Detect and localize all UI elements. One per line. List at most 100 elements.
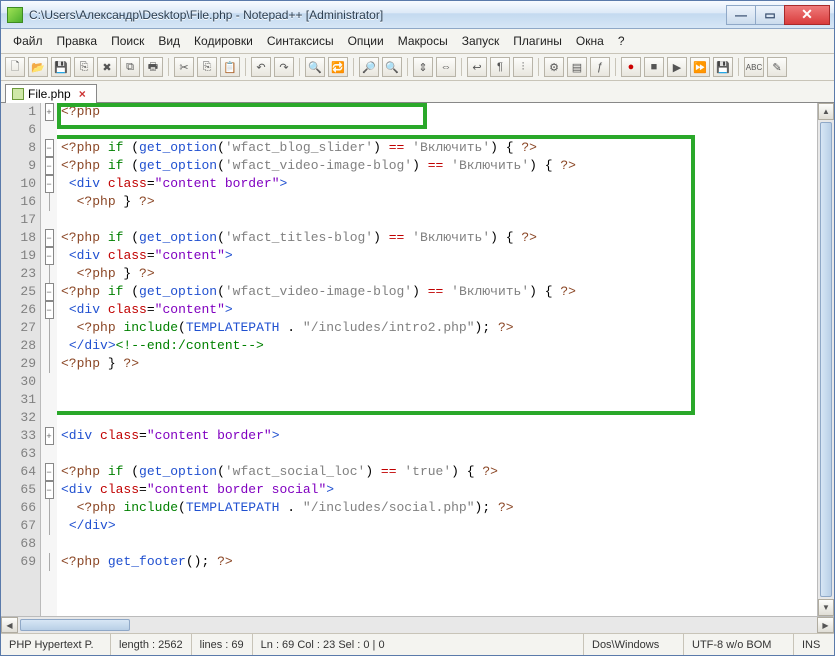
- scroll-thumb[interactable]: [820, 122, 832, 597]
- code-line[interactable]: [57, 391, 817, 409]
- code-line[interactable]: [57, 409, 817, 427]
- menu-options[interactable]: Опции: [342, 32, 390, 50]
- code-line[interactable]: <?php include(TEMPLATEPATH . "/includes/…: [57, 319, 817, 337]
- code-line[interactable]: <?php if (get_option('wfact_social_loc')…: [57, 463, 817, 481]
- code-line[interactable]: </div>: [57, 517, 817, 535]
- scroll-up-icon[interactable]: ▲: [818, 103, 834, 120]
- fold-marker[interactable]: −: [41, 463, 57, 481]
- close-button[interactable]: ✕: [784, 5, 830, 25]
- play-macro-icon[interactable]: ▶: [667, 57, 687, 77]
- code-line[interactable]: <div class="content">: [57, 301, 817, 319]
- paste-icon[interactable]: 📋: [220, 57, 240, 77]
- vertical-scrollbar[interactable]: ▲ ▼: [817, 103, 834, 616]
- fold-marker[interactable]: +: [41, 103, 57, 121]
- code-line[interactable]: <?php } ?>: [57, 265, 817, 283]
- hscroll-thumb[interactable]: [20, 619, 130, 631]
- code-area[interactable]: <?php <?php if (get_option('wfact_blog_sl…: [57, 103, 817, 616]
- menu-run[interactable]: Запуск: [456, 32, 506, 50]
- minimize-button[interactable]: —: [726, 5, 756, 25]
- line-number: 19: [1, 247, 40, 265]
- line-number: 25: [1, 283, 40, 301]
- code-line[interactable]: <?php if (get_option('wfact_video-image-…: [57, 157, 817, 175]
- fold-marker[interactable]: −: [41, 139, 57, 157]
- fold-marker[interactable]: −: [41, 157, 57, 175]
- fold-marker[interactable]: −: [41, 481, 57, 499]
- menu-plugins[interactable]: Плагины: [507, 32, 568, 50]
- code-line[interactable]: <div class="content border">: [57, 427, 817, 445]
- fold-marker[interactable]: −: [41, 301, 57, 319]
- redo-icon[interactable]: ↷: [274, 57, 294, 77]
- code-line[interactable]: [57, 445, 817, 463]
- highlight-icon[interactable]: ✎: [767, 57, 787, 77]
- save-all-icon[interactable]: ⎘: [74, 57, 94, 77]
- fold-marker[interactable]: −: [41, 229, 57, 247]
- fold-marker: [41, 499, 57, 517]
- code-line[interactable]: <?php if (get_option('wfact_titles-blog'…: [57, 229, 817, 247]
- code-line[interactable]: [57, 211, 817, 229]
- replace-icon[interactable]: 🔁: [328, 57, 348, 77]
- scroll-left-icon[interactable]: ◀: [1, 617, 18, 633]
- maximize-button[interactable]: ▭: [755, 5, 785, 25]
- stop-macro-icon[interactable]: ■: [644, 57, 664, 77]
- menu-macros[interactable]: Макросы: [392, 32, 454, 50]
- lang-icon[interactable]: ⚙: [544, 57, 564, 77]
- line-number: 33: [1, 427, 40, 445]
- code-line[interactable]: <?php if (get_option('wfact_video-image-…: [57, 283, 817, 301]
- close-file-icon[interactable]: ✖: [97, 57, 117, 77]
- code-line[interactable]: [57, 535, 817, 553]
- scroll-right-icon[interactable]: ▶: [817, 617, 834, 633]
- file-tab[interactable]: File.php ×: [5, 84, 97, 103]
- fold-marker: [41, 517, 57, 535]
- horizontal-scrollbar[interactable]: ◀ ▶: [1, 616, 834, 633]
- code-line[interactable]: <?php } ?>: [57, 193, 817, 211]
- fold-marker[interactable]: −: [41, 175, 57, 193]
- func-list-icon[interactable]: ƒ: [590, 57, 610, 77]
- record-macro-icon[interactable]: ●: [621, 57, 641, 77]
- new-file-icon[interactable]: 🗋: [5, 57, 25, 77]
- cut-icon[interactable]: ✂: [174, 57, 194, 77]
- code-line[interactable]: [57, 121, 817, 139]
- menu-edit[interactable]: Правка: [51, 32, 104, 50]
- fold-marker[interactable]: −: [41, 283, 57, 301]
- menu-syntax[interactable]: Синтаксисы: [261, 32, 340, 50]
- code-line[interactable]: </div><!--end:/content-->: [57, 337, 817, 355]
- code-line[interactable]: <div class="content">: [57, 247, 817, 265]
- menu-search[interactable]: Поиск: [105, 32, 150, 50]
- close-all-icon[interactable]: ⧉: [120, 57, 140, 77]
- sync-v-icon[interactable]: ⇕: [413, 57, 433, 77]
- menu-help[interactable]: ?: [612, 32, 631, 50]
- indent-guide-icon[interactable]: ⫶: [513, 57, 533, 77]
- replay-macro-icon[interactable]: ⏩: [690, 57, 710, 77]
- spellcheck-icon[interactable]: ABC: [744, 57, 764, 77]
- fold-marker[interactable]: −: [41, 247, 57, 265]
- save-icon[interactable]: 💾: [51, 57, 71, 77]
- print-icon[interactable]: 🖶: [143, 57, 163, 77]
- menu-windows[interactable]: Окна: [570, 32, 610, 50]
- undo-icon[interactable]: ↶: [251, 57, 271, 77]
- copy-icon[interactable]: ⎘: [197, 57, 217, 77]
- zoom-out-icon[interactable]: 🔍: [382, 57, 402, 77]
- save-macro-icon[interactable]: 💾: [713, 57, 733, 77]
- menu-encoding[interactable]: Кодировки: [188, 32, 259, 50]
- wrap-icon[interactable]: ↩: [467, 57, 487, 77]
- code-line[interactable]: <div class="content border social">: [57, 481, 817, 499]
- code-line[interactable]: <?php } ?>: [57, 355, 817, 373]
- find-icon[interactable]: 🔍: [305, 57, 325, 77]
- fold-marker[interactable]: +: [41, 427, 57, 445]
- fold-marker: [41, 121, 57, 139]
- code-line[interactable]: <?php if (get_option('wfact_blog_slider'…: [57, 139, 817, 157]
- code-line[interactable]: <?php include(TEMPLATEPATH . "/includes/…: [57, 499, 817, 517]
- close-tab-icon[interactable]: ×: [79, 87, 86, 101]
- code-line[interactable]: <div class="content border">: [57, 175, 817, 193]
- menu-view[interactable]: Вид: [152, 32, 186, 50]
- zoom-in-icon[interactable]: 🔎: [359, 57, 379, 77]
- menu-file[interactable]: Файл: [7, 32, 49, 50]
- code-line[interactable]: [57, 373, 817, 391]
- doc-map-icon[interactable]: ▤: [567, 57, 587, 77]
- all-chars-icon[interactable]: ¶: [490, 57, 510, 77]
- scroll-down-icon[interactable]: ▼: [818, 599, 834, 616]
- sync-h-icon[interactable]: ⇔: [436, 57, 456, 77]
- open-file-icon[interactable]: 📂: [28, 57, 48, 77]
- code-line[interactable]: <?php get_footer(); ?>: [57, 553, 817, 571]
- code-line[interactable]: <?php: [57, 103, 817, 121]
